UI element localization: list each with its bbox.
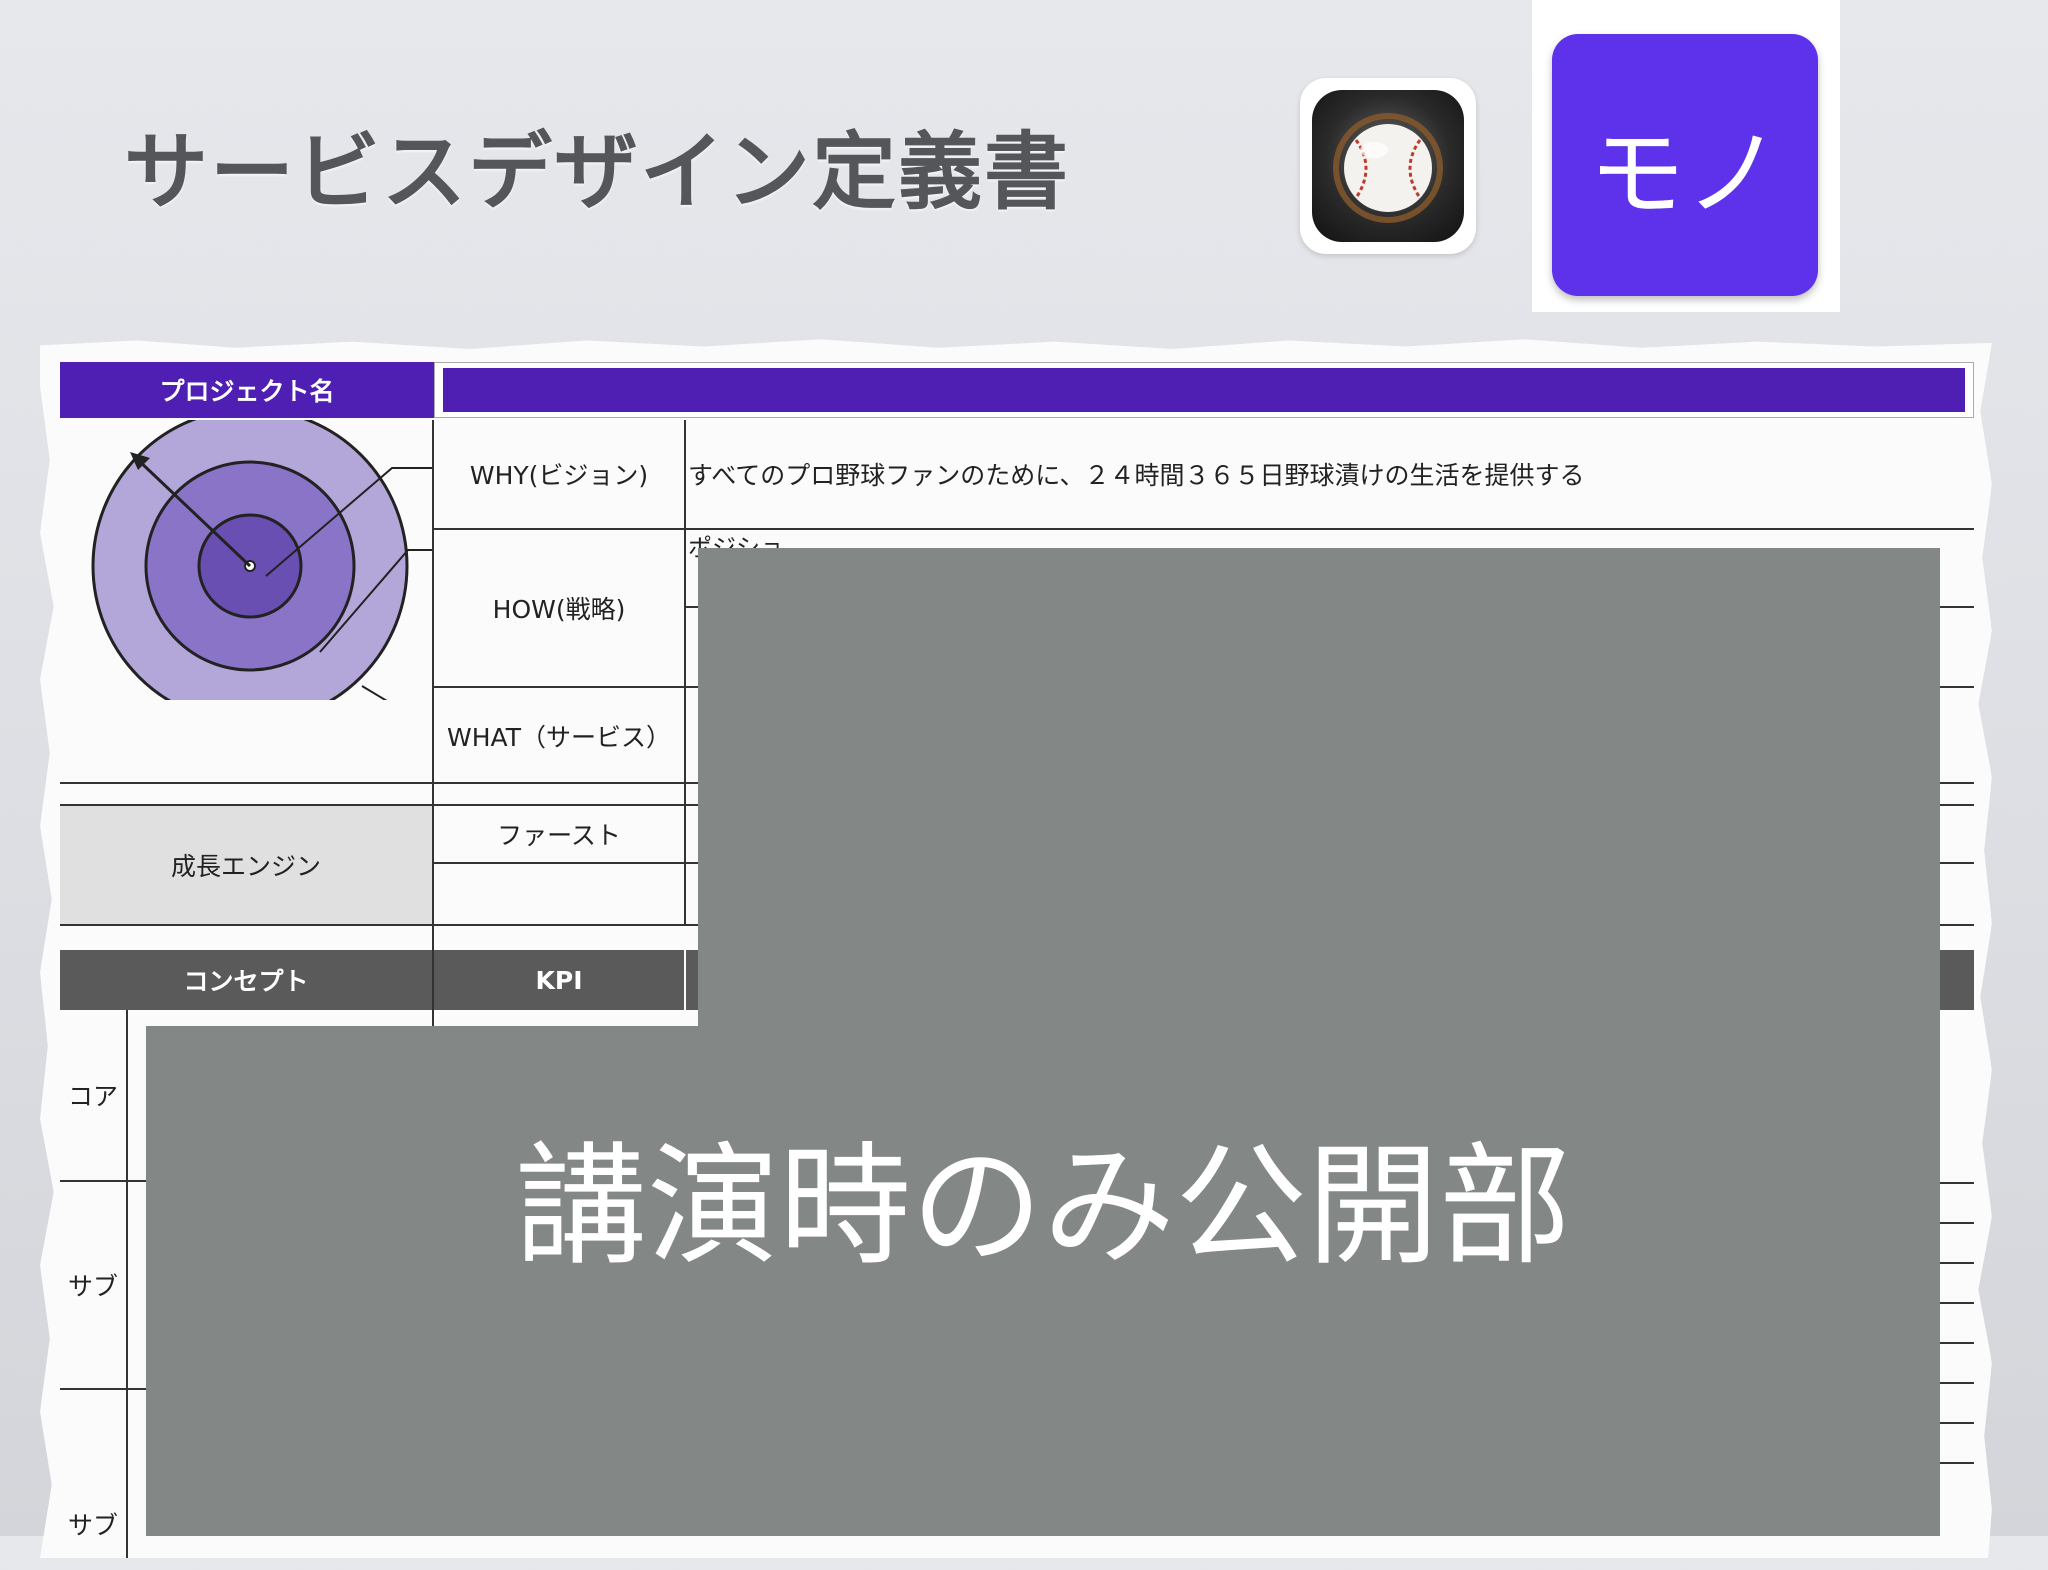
mono-panel: モノ: [1532, 0, 1840, 312]
redaction-overlay-text: 講演時のみ公開部: [515, 1130, 1571, 1284]
baseball-app-icon[interactable]: [1312, 90, 1464, 242]
sub-label-2: サブ: [67, 1511, 118, 1540]
why-value: すべてのプロ野球ファンのために、２４時間３６５日野球漬けの生活を提供する: [688, 461, 1585, 490]
sub-label-1: サブ: [67, 1272, 118, 1301]
core-label: コア: [67, 1082, 118, 1111]
growth-engine-label: 成長エンジン: [60, 806, 432, 924]
mono-button[interactable]: モノ: [1552, 34, 1818, 296]
project-name-label: プロジェクト名: [60, 362, 434, 418]
concept-header: コンセプト: [60, 950, 432, 1010]
baseball-app-icon-frame[interactable]: [1300, 78, 1476, 254]
project-name-field[interactable]: [434, 362, 1974, 418]
target-diagram: [60, 407, 434, 725]
what-label: WHAT（サービス）: [447, 723, 671, 752]
first-label: ファースト: [497, 821, 621, 850]
kpi-header: KPI: [434, 950, 684, 1010]
slide-title: サービスデザイン定義書: [124, 123, 1071, 221]
redaction-overlay-top: [698, 548, 1940, 1028]
how-label: HOW(戦略): [492, 595, 626, 624]
why-label: WHY(ビジョン): [469, 461, 649, 490]
